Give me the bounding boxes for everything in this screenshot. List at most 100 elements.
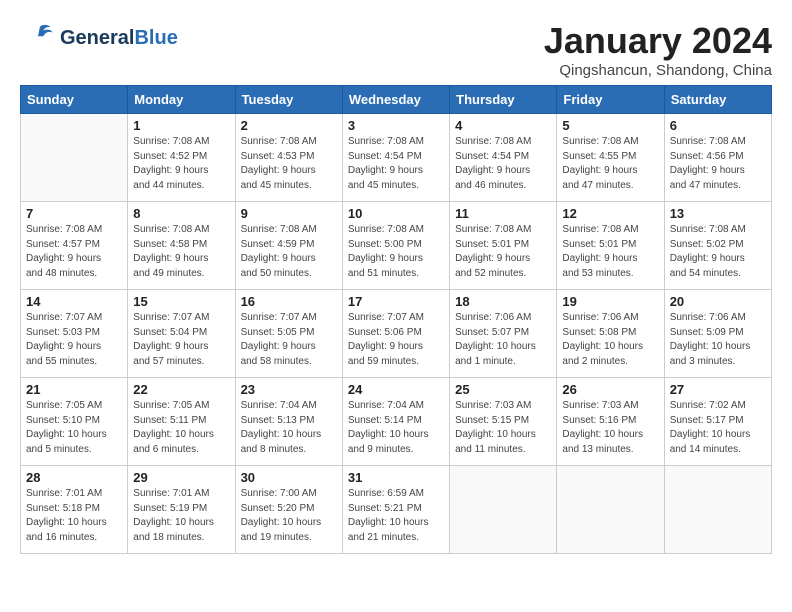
calendar-cell [450, 466, 557, 554]
calendar-cell: 31 Sunrise: 6:59 AM Sunset: 5:21 PM Dayli… [342, 466, 449, 554]
day-info: Sunrise: 7:06 AM Sunset: 5:09 PM Dayligh… [670, 311, 766, 369]
page-header: GeneralBlue January 2024 Qingshancun, Sh… [20, 20, 772, 79]
day-number: 7 [26, 206, 122, 221]
day-info: Sunrise: 7:08 AM Sunset: 5:01 PM Dayligh… [455, 223, 551, 281]
day-info: Sunrise: 7:08 AM Sunset: 4:52 PM Dayligh… [133, 135, 229, 193]
calendar-cell: 10 Sunrise: 7:08 AM Sunset: 5:00 PM Dayli… [342, 202, 449, 290]
day-number: 26 [562, 382, 658, 397]
day-number: 6 [670, 118, 766, 133]
title-section: January 2024 Qingshancun, Shandong, Chin… [544, 20, 772, 79]
day-number: 8 [133, 206, 229, 221]
calendar-cell [557, 466, 664, 554]
day-info: Sunrise: 7:01 AM Sunset: 5:18 PM Dayligh… [26, 487, 122, 545]
day-number: 17 [348, 294, 444, 309]
calendar-week-row: 1 Sunrise: 7:08 AM Sunset: 4:52 PM Daylig… [21, 114, 772, 202]
column-header-tuesday: Tuesday [235, 86, 342, 114]
calendar-header-row: SundayMondayTuesdayWednesdayThursdayFrid… [21, 86, 772, 114]
day-info: Sunrise: 7:08 AM Sunset: 5:01 PM Dayligh… [562, 223, 658, 281]
logo-text: GeneralBlue [60, 27, 178, 49]
day-info: Sunrise: 7:07 AM Sunset: 5:05 PM Dayligh… [241, 311, 337, 369]
calendar-week-row: 21 Sunrise: 7:05 AM Sunset: 5:10 PM Dayli… [21, 378, 772, 466]
column-header-friday: Friday [557, 86, 664, 114]
calendar-cell: 13 Sunrise: 7:08 AM Sunset: 5:02 PM Dayli… [664, 202, 771, 290]
day-info: Sunrise: 7:08 AM Sunset: 5:00 PM Dayligh… [348, 223, 444, 281]
day-info: Sunrise: 7:08 AM Sunset: 4:57 PM Dayligh… [26, 223, 122, 281]
day-info: Sunrise: 7:06 AM Sunset: 5:07 PM Dayligh… [455, 311, 551, 369]
calendar-cell: 26 Sunrise: 7:03 AM Sunset: 5:16 PM Dayli… [557, 378, 664, 466]
location: Qingshancun, Shandong, China [544, 62, 772, 79]
general-blue-logo-icon [20, 20, 56, 56]
calendar-cell: 9Sunrise: 7:08 AM Sunset: 4:59 PM Daylig… [235, 202, 342, 290]
day-number: 16 [241, 294, 337, 309]
calendar-cell [664, 466, 771, 554]
day-info: Sunrise: 7:08 AM Sunset: 4:54 PM Dayligh… [455, 135, 551, 193]
day-info: Sunrise: 7:03 AM Sunset: 5:16 PM Dayligh… [562, 399, 658, 457]
day-number: 23 [241, 382, 337, 397]
day-info: Sunrise: 6:59 AM Sunset: 5:21 PM Dayligh… [348, 487, 444, 545]
day-number: 19 [562, 294, 658, 309]
column-header-sunday: Sunday [21, 86, 128, 114]
calendar-cell: 30 Sunrise: 7:00 AM Sunset: 5:20 PM Dayli… [235, 466, 342, 554]
calendar-table: SundayMondayTuesdayWednesdayThursdayFrid… [20, 85, 772, 554]
day-info: Sunrise: 7:08 AM Sunset: 4:56 PM Dayligh… [670, 135, 766, 193]
day-number: 24 [348, 382, 444, 397]
day-number: 22 [133, 382, 229, 397]
calendar-cell: 1 Sunrise: 7:08 AM Sunset: 4:52 PM Daylig… [128, 114, 235, 202]
calendar-week-row: 28 Sunrise: 7:01 AM Sunset: 5:18 PM Dayli… [21, 466, 772, 554]
day-info: Sunrise: 7:00 AM Sunset: 5:20 PM Dayligh… [241, 487, 337, 545]
column-header-monday: Monday [128, 86, 235, 114]
day-number: 21 [26, 382, 122, 397]
day-number: 13 [670, 206, 766, 221]
calendar-cell: 15Sunrise: 7:07 AM Sunset: 5:04 PM Dayli… [128, 290, 235, 378]
column-header-saturday: Saturday [664, 86, 771, 114]
day-info: Sunrise: 7:08 AM Sunset: 4:53 PM Dayligh… [241, 135, 337, 193]
day-number: 14 [26, 294, 122, 309]
calendar-cell: 11 Sunrise: 7:08 AM Sunset: 5:01 PM Dayli… [450, 202, 557, 290]
day-info: Sunrise: 7:03 AM Sunset: 5:15 PM Dayligh… [455, 399, 551, 457]
day-number: 20 [670, 294, 766, 309]
day-info: Sunrise: 7:05 AM Sunset: 5:10 PM Dayligh… [26, 399, 122, 457]
calendar-week-row: 7 Sunrise: 7:08 AM Sunset: 4:57 PM Daylig… [21, 202, 772, 290]
day-number: 11 [455, 206, 551, 221]
day-number: 3 [348, 118, 444, 133]
calendar-cell: 23 Sunrise: 7:04 AM Sunset: 5:13 PM Dayli… [235, 378, 342, 466]
calendar-cell: 3Sunrise: 7:08 AM Sunset: 4:54 PM Daylig… [342, 114, 449, 202]
day-number: 10 [348, 206, 444, 221]
day-info: Sunrise: 7:04 AM Sunset: 5:14 PM Dayligh… [348, 399, 444, 457]
day-info: Sunrise: 7:05 AM Sunset: 5:11 PM Dayligh… [133, 399, 229, 457]
month-title: January 2024 [544, 20, 772, 62]
column-header-wednesday: Wednesday [342, 86, 449, 114]
day-info: Sunrise: 7:06 AM Sunset: 5:08 PM Dayligh… [562, 311, 658, 369]
calendar-cell: 4 Sunrise: 7:08 AM Sunset: 4:54 PM Daylig… [450, 114, 557, 202]
day-number: 25 [455, 382, 551, 397]
calendar-cell: 2Sunrise: 7:08 AM Sunset: 4:53 PM Daylig… [235, 114, 342, 202]
day-info: Sunrise: 7:08 AM Sunset: 5:02 PM Dayligh… [670, 223, 766, 281]
calendar-cell: 17 Sunrise: 7:07 AM Sunset: 5:06 PM Dayli… [342, 290, 449, 378]
day-info: Sunrise: 7:01 AM Sunset: 5:19 PM Dayligh… [133, 487, 229, 545]
day-info: Sunrise: 7:07 AM Sunset: 5:06 PM Dayligh… [348, 311, 444, 369]
day-info: Sunrise: 7:07 AM Sunset: 5:04 PM Dayligh… [133, 311, 229, 369]
calendar-cell: 21 Sunrise: 7:05 AM Sunset: 5:10 PM Dayli… [21, 378, 128, 466]
day-info: Sunrise: 7:04 AM Sunset: 5:13 PM Dayligh… [241, 399, 337, 457]
calendar-cell: 5Sunrise: 7:08 AM Sunset: 4:55 PM Daylig… [557, 114, 664, 202]
day-info: Sunrise: 7:02 AM Sunset: 5:17 PM Dayligh… [670, 399, 766, 457]
day-number: 27 [670, 382, 766, 397]
day-number: 4 [455, 118, 551, 133]
calendar-cell: 24 Sunrise: 7:04 AM Sunset: 5:14 PM Dayli… [342, 378, 449, 466]
day-info: Sunrise: 7:08 AM Sunset: 4:59 PM Dayligh… [241, 223, 337, 281]
calendar-cell: 16 Sunrise: 7:07 AM Sunset: 5:05 PM Dayli… [235, 290, 342, 378]
calendar-cell: 6 Sunrise: 7:08 AM Sunset: 4:56 PM Daylig… [664, 114, 771, 202]
day-number: 31 [348, 470, 444, 485]
calendar-cell: 12Sunrise: 7:08 AM Sunset: 5:01 PM Dayli… [557, 202, 664, 290]
day-number: 18 [455, 294, 551, 309]
calendar-cell: 7 Sunrise: 7:08 AM Sunset: 4:57 PM Daylig… [21, 202, 128, 290]
day-info: Sunrise: 7:08 AM Sunset: 4:58 PM Dayligh… [133, 223, 229, 281]
day-number: 28 [26, 470, 122, 485]
day-number: 30 [241, 470, 337, 485]
logo-general: General [60, 27, 134, 49]
logo: GeneralBlue [20, 20, 178, 56]
calendar-cell: 28 Sunrise: 7:01 AM Sunset: 5:18 PM Dayli… [21, 466, 128, 554]
calendar-cell [21, 114, 128, 202]
day-number: 1 [133, 118, 229, 133]
calendar-cell: 27 Sunrise: 7:02 AM Sunset: 5:17 PM Dayli… [664, 378, 771, 466]
